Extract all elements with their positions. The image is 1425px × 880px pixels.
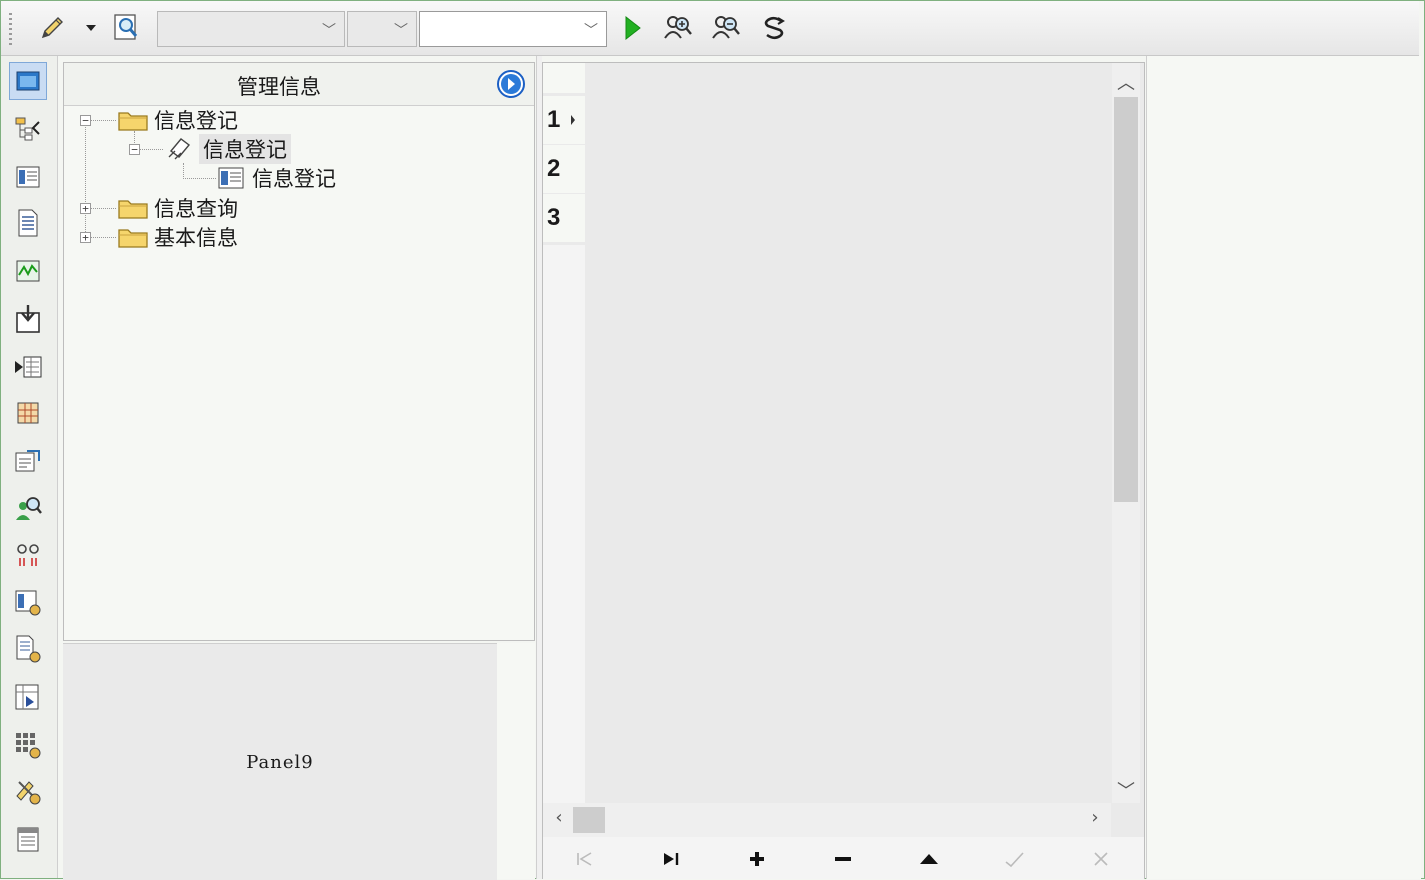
chart-icon[interactable] xyxy=(9,252,47,290)
row-header[interactable]: 2 xyxy=(543,145,585,193)
tree-line xyxy=(90,120,116,121)
post-record-icon[interactable] xyxy=(999,845,1031,873)
scroll-right-icon[interactable]: › xyxy=(1083,807,1107,828)
scroll-left-icon[interactable]: ‹ xyxy=(547,807,571,828)
tools-settings-icon[interactable] xyxy=(9,772,47,810)
expand-icon[interactable]: + xyxy=(80,232,91,243)
right-panel xyxy=(1146,56,1421,879)
tree-item-form-registration[interactable]: 信息登记 xyxy=(216,164,336,192)
grid-corner xyxy=(543,63,585,93)
panel9-label: Panel9 xyxy=(246,751,314,773)
tree-item-folder-basic-info[interactable]: 基本信息 xyxy=(116,223,238,251)
list-settings-icon[interactable] xyxy=(9,584,47,622)
scroll-up-icon[interactable]: ︿ xyxy=(1114,69,1138,95)
row-header-area xyxy=(543,245,585,803)
tree-item-label: 信息查询 xyxy=(154,197,238,221)
user-search-icon[interactable] xyxy=(9,490,47,528)
export-icon[interactable] xyxy=(9,678,47,716)
report-icon[interactable] xyxy=(9,442,47,480)
preview-icon[interactable] xyxy=(109,11,143,45)
vertical-scroll-thumb[interactable] xyxy=(1114,97,1138,502)
row-header[interactable]: 3 xyxy=(543,194,585,242)
chevron-down-icon[interactable]: ﹀ xyxy=(394,20,408,40)
panel9-side-area xyxy=(497,643,535,879)
horizontal-scroll-thumb[interactable] xyxy=(573,807,605,833)
folder-icon xyxy=(118,112,148,131)
delete-record-icon[interactable] xyxy=(827,845,859,873)
insert-record-icon[interactable] xyxy=(741,845,773,873)
row-number: 2 xyxy=(547,155,561,182)
tree-item-label: 信息登记 xyxy=(199,134,291,164)
tree-panel-title: 管理信息 xyxy=(237,75,321,99)
tree-line xyxy=(90,237,116,238)
tree-item-label: 信息登记 xyxy=(252,167,336,191)
tree-item-folder-query[interactable]: 信息查询 xyxy=(116,194,238,222)
db-navigator xyxy=(543,837,1144,879)
vertical-scrollbar[interactable]: ︿ ﹀ xyxy=(1112,63,1140,803)
zoom-in-user-icon[interactable] xyxy=(661,11,695,45)
pencil-icon[interactable] xyxy=(35,11,69,45)
combo-box-3[interactable]: ﹀ xyxy=(419,11,607,47)
refresh-link-icon[interactable] xyxy=(757,11,791,45)
combo-box-1[interactable]: ﹀ xyxy=(157,11,345,47)
tree-line xyxy=(90,208,116,209)
form-icon[interactable] xyxy=(9,62,47,100)
circle-arrow-icon[interactable] xyxy=(496,69,526,99)
chevron-down-icon[interactable]: ﹀ xyxy=(584,20,598,40)
horizontal-scrollbar[interactable]: ‹ › xyxy=(543,803,1111,837)
data-grid[interactable]: 1 2 3 ︿ ﹀ ‹ › xyxy=(542,62,1145,879)
last-record-icon[interactable] xyxy=(655,845,687,873)
tree-line xyxy=(183,178,216,179)
tree-line xyxy=(183,163,184,177)
tree-line xyxy=(139,149,163,150)
chevron-down-icon[interactable]: ﹀ xyxy=(322,20,336,40)
tree-panel: 管理信息 − 信息登记 − 信息登记 信息登记 + 信息查询 + 基本信息 xyxy=(63,62,535,641)
run-icon[interactable] xyxy=(615,11,649,45)
tree-panel-header: 管理信息 xyxy=(64,63,534,106)
row-number: 3 xyxy=(547,204,561,231)
row-number: 1 xyxy=(547,106,561,133)
grid-settings-icon[interactable] xyxy=(9,726,47,764)
toolbar-grip[interactable] xyxy=(9,13,12,45)
memo-icon[interactable] xyxy=(9,820,47,858)
form-list-icon xyxy=(218,167,244,189)
link-icon[interactable] xyxy=(9,536,47,574)
cancel-record-icon[interactable] xyxy=(1085,845,1117,873)
tree-item-module-registration[interactable]: 信息登记 xyxy=(165,134,291,164)
folder-icon xyxy=(118,229,148,248)
combo-box-2[interactable]: ﹀ xyxy=(347,11,417,47)
import-icon[interactable] xyxy=(9,348,47,386)
expand-icon[interactable]: + xyxy=(80,203,91,214)
toolbar: ﹀ ﹀ ﹀ xyxy=(1,1,1419,56)
collapse-icon[interactable]: − xyxy=(129,144,140,155)
document-settings-icon[interactable] xyxy=(9,630,47,668)
first-record-icon[interactable] xyxy=(569,845,601,873)
collapse-icon[interactable]: − xyxy=(80,115,91,126)
row-header[interactable]: 1 xyxy=(543,96,585,144)
panel9: Panel9 xyxy=(63,643,497,880)
tree-item-folder-registration[interactable]: 信息登记 xyxy=(116,106,238,134)
tree-icon[interactable] xyxy=(9,110,47,148)
document-icon[interactable] xyxy=(9,204,47,242)
folder-icon xyxy=(118,200,148,219)
zoom-out-user-icon[interactable] xyxy=(709,11,743,45)
tree-item-label: 基本信息 xyxy=(154,226,238,250)
grid-icon[interactable] xyxy=(9,394,47,432)
dropdown-arrow-icon[interactable] xyxy=(81,11,101,45)
edit-record-icon[interactable] xyxy=(913,845,945,873)
module-icon xyxy=(168,138,191,160)
tree-item-label: 信息登记 xyxy=(154,109,238,133)
download-icon[interactable] xyxy=(9,300,47,338)
tree-line xyxy=(85,125,86,240)
list-form-icon[interactable] xyxy=(9,158,47,196)
current-row-indicator-icon xyxy=(571,115,576,125)
left-icon-bar xyxy=(1,56,58,878)
scroll-down-icon[interactable]: ﹀ xyxy=(1114,777,1138,803)
